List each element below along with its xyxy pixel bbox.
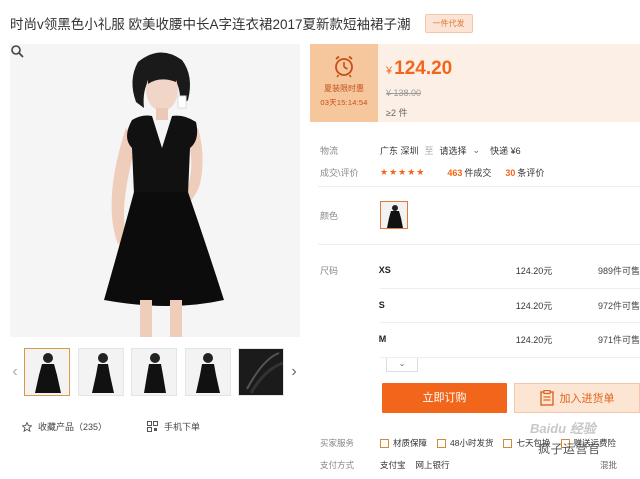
thumbnail-1[interactable]	[24, 348, 70, 396]
ship-method: 快递 ¥6	[490, 146, 521, 156]
service-row: 买家服务 材质保障 48小时发货 七天包换 赠送运费险	[320, 437, 626, 449]
thumb-next-icon[interactable]: ›	[289, 362, 299, 382]
size-name: XS	[378, 265, 391, 275]
color-label: 颜色	[320, 210, 339, 221]
payment-row: 支付方式 支付宝 网上银行 混批	[320, 459, 617, 471]
deal-count[interactable]: 463	[447, 168, 462, 178]
shipping-row: 物流 广东 深圳 至 请选择 ⌄ 快递 ¥6	[320, 144, 521, 157]
fast-shipping-icon	[437, 438, 447, 448]
zoom-icon[interactable]	[10, 44, 24, 58]
material-guarantee-icon	[380, 438, 389, 448]
price-amount: 124.20	[394, 58, 453, 79]
thumbnail-2[interactable]	[78, 348, 124, 396]
color-row: 颜色	[320, 201, 408, 229]
color-swatch-black[interactable]	[380, 201, 408, 229]
star-outline-icon	[22, 421, 32, 432]
favorite-label: 收藏产品（235）	[38, 422, 108, 432]
payment-method: 支付宝	[380, 460, 406, 470]
review-text[interactable]: 条评价	[517, 166, 544, 179]
model-illustration	[10, 44, 300, 337]
thumbnail-5[interactable]	[238, 348, 284, 396]
dropship-badge[interactable]: 一件代发	[424, 13, 473, 33]
ship-destination-select[interactable]: 请选择	[440, 144, 467, 157]
title-row: 时尚v领黑色小礼服 欧美收腰中长A字连衣裙2017夏新款短袖裙子潮 一件代发	[10, 12, 473, 34]
size-stock: 989件可售	[597, 265, 640, 276]
divider	[380, 357, 640, 358]
qr-code-icon	[147, 421, 159, 432]
chevron-down-icon[interactable]: ⌄	[473, 145, 481, 156]
promo-label: 夏装限时惠	[324, 84, 364, 93]
size-row[interactable]: S 124.20元 972件可售	[320, 288, 640, 322]
size-price: 124.20元	[515, 265, 553, 276]
left-actions: 收藏产品（235） 手机下单	[22, 420, 240, 433]
mobile-order-button[interactable]: 手机下单	[147, 420, 200, 433]
shipping-label: 物流	[320, 146, 339, 156]
size-row[interactable]: M 124.20元 971件可售	[320, 322, 640, 356]
service-item[interactable]: 七天包换	[503, 437, 551, 449]
alarm-clock-icon	[335, 55, 353, 78]
promo-countdown: 03天15:14:54	[320, 98, 368, 107]
add-to-cart-label: 加入进货单	[559, 393, 615, 405]
currency-symbol: ¥	[386, 65, 393, 77]
service-item[interactable]: 材质保障	[380, 437, 427, 449]
size-name: M	[378, 334, 387, 344]
baidu-watermark: Baidu 经验	[530, 421, 596, 436]
product-title: 时尚v领黑色小礼服 欧美收腰中长A字连衣裙2017夏新款短袖裙子潮	[10, 17, 411, 32]
add-to-cart-button[interactable]: 加入进货单	[514, 383, 640, 413]
thumbnail-3[interactable]	[131, 348, 177, 396]
price-box: 夏装限时惠 03天15:14:54 ¥124.20 ¥ 138.00 ≥2 件	[310, 44, 640, 122]
payment-method: 网上银行	[415, 460, 450, 470]
payment-label: 支付方式	[320, 460, 355, 470]
size-price: 124.20元	[515, 334, 553, 345]
current-price: ¥124.20	[386, 58, 452, 80]
thumbnail-4[interactable]	[185, 348, 231, 396]
clipboard-icon	[539, 390, 554, 406]
size-stock: 971件可售	[597, 334, 640, 345]
favorite-button[interactable]: 收藏产品（235）	[22, 420, 107, 433]
rating-stars: ★★★★★	[380, 167, 426, 177]
size-label: 尺码	[320, 265, 339, 276]
promo-panel: 夏装限时惠 03天15:14:54	[310, 44, 378, 122]
mobile-order-label: 手机下单	[164, 422, 201, 432]
thumbnail-strip: ‹ ›	[10, 348, 305, 398]
deal-text[interactable]: 件成交	[464, 166, 491, 179]
ship-from: 广东 深圳	[380, 146, 419, 156]
service-item[interactable]: 48小时发货	[437, 437, 493, 449]
order-now-button[interactable]: 立即订购	[382, 383, 507, 413]
service-label: 买家服务	[320, 438, 355, 448]
review-count[interactable]: 30	[505, 168, 515, 178]
exchange-icon	[503, 438, 513, 448]
main-product-image[interactable]	[10, 44, 300, 337]
size-name: S	[378, 300, 385, 310]
size-price: 124.20元	[515, 300, 553, 311]
divider	[318, 244, 640, 245]
deals-label: 成交\评价	[320, 168, 359, 178]
ship-to-sep: 至	[424, 146, 434, 156]
divider	[318, 186, 640, 187]
size-row[interactable]: 尺码 XS 124.20元 989件可售	[320, 253, 640, 287]
deals-row: 成交\评价 ★★★★★ 463 件成交 30 条评价	[320, 166, 544, 179]
shipping-insurance-icon	[560, 438, 570, 448]
service-item[interactable]: 赠送运费险	[560, 437, 616, 449]
size-stock: 972件可售	[597, 300, 640, 311]
mixed-batch-label: 混批	[600, 460, 618, 470]
thumb-prev-icon[interactable]: ‹	[10, 362, 20, 382]
min-quantity: ≥2 件	[386, 108, 408, 118]
original-price: ¥ 138.00	[386, 88, 422, 98]
expand-sizes-icon[interactable]: ⌄	[386, 358, 418, 372]
